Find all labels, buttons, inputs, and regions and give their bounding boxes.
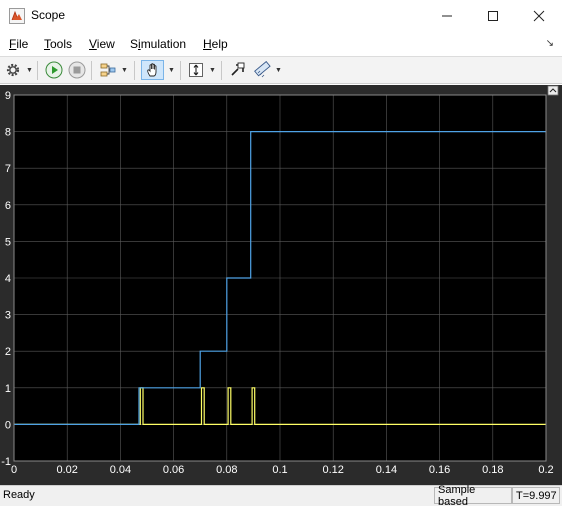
status-bar: Ready Sample based T=9.997	[0, 484, 562, 508]
signal-selector-icon	[100, 63, 116, 77]
x-tick-label: 0.12	[322, 464, 343, 476]
scale-axes-button[interactable]	[186, 60, 206, 80]
measurements-button[interactable]	[252, 60, 272, 80]
pan-dropdown-icon[interactable]: ▼	[168, 67, 175, 74]
y-tick-label: 0	[5, 419, 11, 431]
measurements-dropdown-icon[interactable]: ▼	[275, 67, 282, 74]
pan-button[interactable]	[141, 60, 164, 80]
y-axis-ticks: -1 0 1 2 3 4 5 6 7 8 9	[1, 90, 11, 468]
close-button[interactable]	[516, 0, 562, 32]
run-icon	[45, 61, 63, 79]
x-tick-label: 0.1	[272, 464, 287, 476]
x-tick-label: 0.04	[110, 464, 131, 476]
x-tick-label: 0.16	[429, 464, 450, 476]
y-tick-label: 3	[5, 310, 11, 322]
maximize-icon	[488, 11, 498, 21]
signal-selector-dropdown-icon[interactable]: ▼	[121, 67, 128, 74]
run-button[interactable]	[44, 60, 64, 80]
y-tick-label: 4	[5, 273, 11, 285]
x-tick-label: 0.18	[482, 464, 503, 476]
window-title: Scope	[31, 8, 66, 22]
menu-tools[interactable]: Tools	[44, 37, 72, 51]
toolbar: ▼ ▼ ▼ ▼ ▼	[0, 56, 562, 84]
settings-button[interactable]	[3, 60, 23, 80]
x-tick-label: 0.06	[163, 464, 184, 476]
y-tick-label: 7	[5, 163, 11, 175]
scale-axes-dropdown-icon[interactable]: ▼	[209, 67, 216, 74]
x-tick-label: 0.14	[376, 464, 397, 476]
minimize-icon	[442, 15, 452, 17]
toolbar-separator	[221, 61, 222, 80]
x-axis-ticks: 0 0.02 0.04 0.06 0.08 0.1 0.12 0.14 0.16 0.18 0.2	[11, 464, 554, 476]
menu-overflow-icon[interactable]: ↘	[546, 38, 554, 49]
title-bar: Scope	[0, 0, 562, 32]
minimize-button[interactable]	[424, 0, 470, 32]
measurement-icon	[254, 61, 271, 78]
y-tick-label: 1	[5, 383, 11, 395]
scale-axes-icon	[189, 63, 203, 77]
scope-app-icon	[9, 8, 25, 24]
y-tick-label: 5	[5, 236, 11, 248]
scope-display: -1 0 1 2 3 4 5 6 7 8 9 0 0.02 0.04 0.06 0.08 0.1 0.12 0.1…	[0, 85, 562, 485]
undock-button[interactable]	[547, 85, 559, 96]
status-text: Ready	[3, 489, 35, 501]
x-tick-label: 0.2	[538, 464, 553, 476]
x-tick-label: 0.08	[216, 464, 237, 476]
y-tick-label: -1	[1, 456, 11, 468]
menu-bar: File Tools View Simulation Help ↘	[0, 32, 562, 56]
pan-icon	[146, 63, 156, 77]
y-tick-label: 2	[5, 346, 11, 358]
menu-help[interactable]: Help	[203, 37, 228, 51]
stop-icon	[68, 61, 86, 79]
menu-view[interactable]: View	[89, 37, 115, 51]
gear-icon	[6, 63, 20, 77]
y-tick-label: 8	[5, 127, 11, 139]
y-tick-label: 9	[5, 90, 11, 102]
simulation-time: T=9.997	[512, 487, 560, 504]
x-tick-label: 0	[11, 464, 17, 476]
maximize-button[interactable]	[470, 0, 516, 32]
settings-dropdown-icon[interactable]: ▼	[26, 67, 33, 74]
toolbar-separator	[91, 61, 92, 80]
scope-plot[interactable]: -10123456789 0 0.02 0.04 0.06 0.08 0.1 0.12 0.1…	[0, 85, 562, 485]
menu-file[interactable]: File	[9, 37, 28, 51]
toolbar-separator	[37, 61, 38, 80]
menu-simulation[interactable]: Simulation	[130, 37, 186, 51]
highlight-icon	[231, 62, 245, 76]
stop-button[interactable]	[67, 60, 87, 80]
close-icon	[533, 10, 545, 22]
y-tick-label: 6	[5, 200, 11, 212]
signal-selector-button[interactable]	[98, 60, 118, 80]
sample-mode-indicator: Sample based	[434, 484, 512, 508]
highlight-simulink-block-button[interactable]	[228, 60, 248, 80]
undock-icon	[547, 85, 559, 96]
toolbar-separator	[180, 61, 181, 80]
toolbar-separator	[134, 61, 135, 80]
x-tick-label: 0.02	[56, 464, 77, 476]
